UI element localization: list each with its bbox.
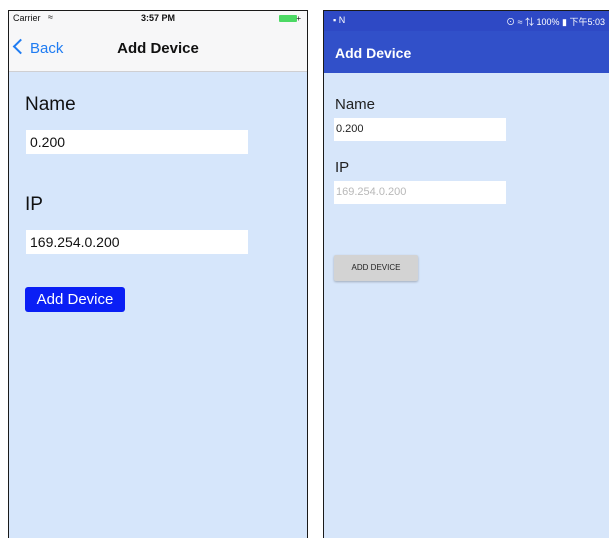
ip-label: IP — [335, 159, 350, 176]
android-status-bar: ▪ N ⊙ ≈ ⇅ 100% ▮ 下午5:03 — [324, 11, 609, 31]
page-title: Add Device — [335, 45, 412, 61]
charging-icon: + — [296, 14, 301, 23]
name-label: Name — [335, 96, 376, 113]
add-device-button[interactable]: ADD DEVICE — [334, 255, 418, 281]
status-time: 3:57 PM — [140, 13, 175, 23]
ip-input[interactable]: 169.254.0.200 — [334, 181, 506, 204]
status-right: ⊙ ≈ ⇅ 100% ▮ 下午5:03 — [506, 17, 605, 27]
ip-input[interactable]: 169.254.0.200 — [26, 230, 248, 254]
add-device-button[interactable]: Add Device — [25, 287, 125, 312]
notification-icons: ▪ N — [333, 15, 346, 25]
battery-icon — [279, 15, 297, 22]
android-screen: ▪ N ⊙ ≈ ⇅ 100% ▮ 下午5:03 Add Device Name … — [323, 10, 609, 538]
page-title: Add Device — [117, 40, 199, 57]
name-label: Name — [25, 94, 76, 115]
ios-navigation-bar: Back Add Device — [9, 27, 307, 72]
name-input[interactable]: 0.200 — [26, 130, 248, 154]
name-input[interactable]: 0.200 — [334, 118, 506, 141]
ios-status-bar: Carrier ≈ 3:57 PM + — [9, 11, 307, 27]
android-app-bar: Add Device — [324, 31, 609, 73]
ip-label: IP — [25, 194, 43, 215]
ios-screen: Carrier ≈ 3:57 PM + Back Add Device Name… — [8, 10, 308, 538]
